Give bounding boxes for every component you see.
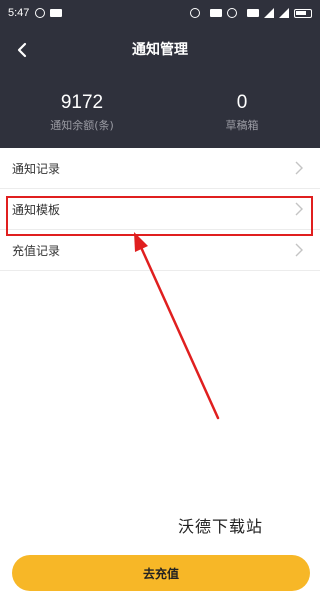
alarm-icon [190, 8, 200, 18]
menu-item-label: 充值记录 [12, 243, 61, 258]
annotation-highlight-box [6, 196, 313, 236]
chevron-right-icon [295, 243, 303, 257]
menu-item-notification-records[interactable]: 通知记录 [0, 148, 320, 189]
battery-icon [294, 8, 312, 18]
watermark-text: 沃德下载站 [178, 517, 264, 536]
page-title: 通知管理 [132, 42, 188, 58]
recharge-button-label: 去充值 [142, 566, 179, 581]
stat-notification-balance[interactable]: 9172 通知余额(条) [22, 92, 142, 133]
stat-label: 通知余额(条) [50, 119, 114, 132]
chevron-right-icon [295, 161, 303, 175]
target-icon [35, 8, 46, 18]
menu-item-label: 通知记录 [12, 161, 61, 176]
hd-icon [247, 9, 259, 17]
notification-icon [50, 9, 63, 17]
stat-value: 0 [236, 92, 248, 113]
stat-value: 9172 [60, 92, 104, 113]
wifi-icon [279, 8, 289, 18]
status-bar: 5:47 [0, 0, 320, 26]
stat-drafts[interactable]: 0 草稿箱 [182, 92, 302, 133]
data-icon [227, 8, 237, 18]
recharge-button[interactable]: 去充值 [12, 555, 310, 591]
menu-item-recharge-records[interactable]: 充值记录 [0, 230, 320, 271]
stat-label: 草稿箱 [225, 119, 259, 132]
nfc-icon [210, 9, 222, 17]
status-time: 5:47 [8, 7, 30, 19]
header: 通知管理 9172 通知余额(条) 0 草稿箱 [0, 26, 320, 148]
signal-icon [264, 8, 274, 18]
